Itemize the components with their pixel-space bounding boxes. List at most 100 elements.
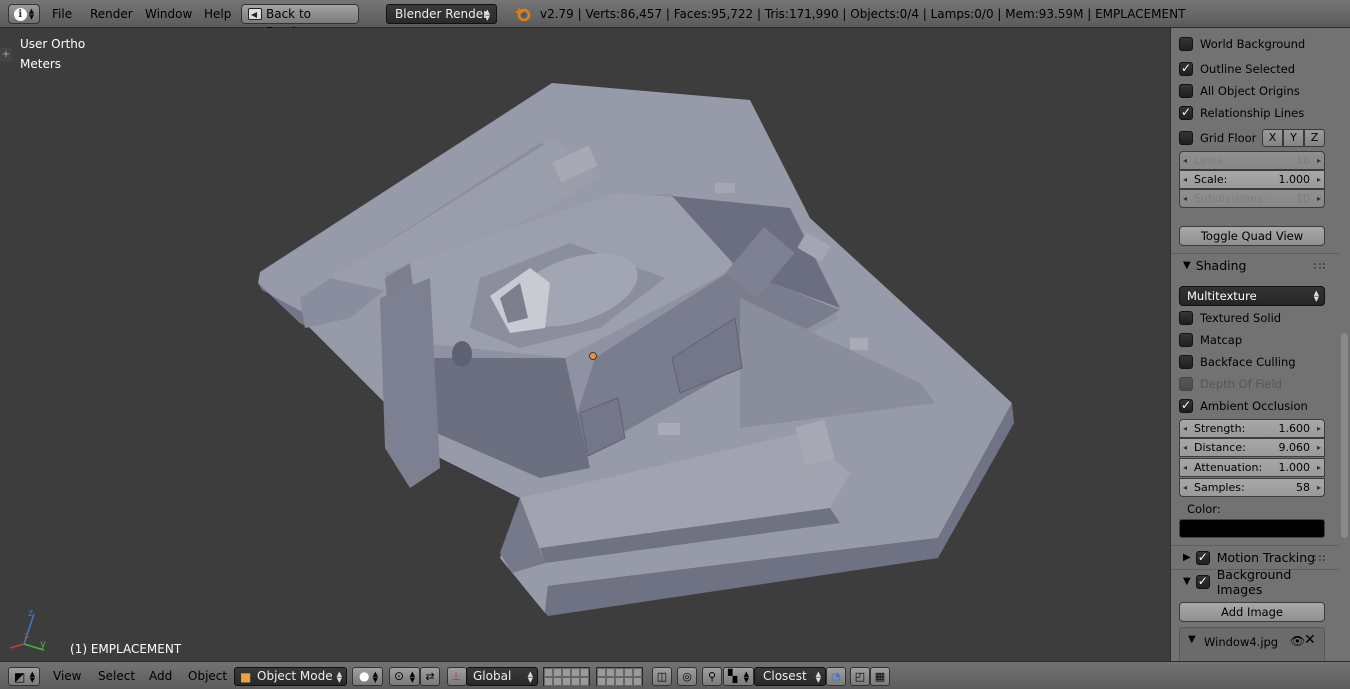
grid-lines-field[interactable]: Lines: 16 bbox=[1179, 151, 1325, 170]
world-background-checkbox[interactable]: World Background bbox=[1179, 35, 1305, 53]
outline-selected-checkbox[interactable]: Outline Selected bbox=[1179, 60, 1295, 78]
textured-solid-checkbox[interactable]: Textured Solid bbox=[1179, 309, 1281, 327]
editor-type-button[interactable]: i ▲ ▼ bbox=[8, 4, 40, 24]
transform-manipulator-icon[interactable]: ⟂ bbox=[447, 667, 467, 686]
updown-icon: ▲ ▼ bbox=[484, 8, 490, 22]
editor-type-button[interactable]: ◩ ▲ ▼ bbox=[8, 667, 40, 686]
grid-subdivisions-field[interactable]: Subdivisions: 10 bbox=[1179, 189, 1325, 208]
expand-triangle-icon: ▼ bbox=[1183, 260, 1191, 271]
field-label: Samples: bbox=[1194, 481, 1245, 494]
grid-axis-z-button[interactable]: Z bbox=[1304, 129, 1325, 147]
field-label: Strength: bbox=[1194, 422, 1246, 435]
opengl-render-animation-icon[interactable]: ▦ bbox=[870, 667, 890, 686]
updown-icon: ▲ ▼ bbox=[1313, 289, 1319, 303]
add-image-button[interactable]: Add Image bbox=[1179, 602, 1325, 622]
checkbox-icon bbox=[1179, 37, 1193, 51]
updown-icon: ▲ ▼ bbox=[372, 670, 378, 684]
panel-scrollbar[interactable] bbox=[1341, 333, 1348, 538]
back-to-previous-button[interactable]: Back to Previous bbox=[241, 4, 359, 39]
ao-color-swatch[interactable] bbox=[1179, 519, 1325, 538]
menu-select[interactable]: Select bbox=[98, 667, 135, 686]
motion-tracking-panel-header[interactable]: ▶ Motion Tracking bbox=[1171, 545, 1339, 569]
collapse-triangle-icon: ▶ bbox=[1183, 552, 1191, 563]
render-engine-dropdown[interactable]: Blender Render ▲ ▼ bbox=[386, 4, 497, 24]
shading-panel-header[interactable]: ▼ Shading bbox=[1171, 253, 1339, 277]
active-object-label: (1) EMPLACEMENT bbox=[70, 642, 182, 656]
all-object-origins-checkbox[interactable]: All Object Origins bbox=[1179, 82, 1300, 100]
checkbox-icon bbox=[1179, 61, 1193, 76]
checkbox-icon bbox=[1179, 131, 1193, 145]
textured-solid-label: Textured Solid bbox=[1200, 311, 1282, 325]
axis-z-label: z bbox=[28, 608, 34, 619]
proportional-edit-icon[interactable]: ◎ bbox=[677, 667, 697, 686]
field-value: 10 bbox=[1296, 192, 1310, 205]
matcap-checkbox[interactable]: Matcap bbox=[1179, 331, 1242, 349]
menu-window[interactable]: Window bbox=[145, 4, 192, 24]
background-images-checkbox[interactable] bbox=[1195, 574, 1210, 589]
grid-floor-checkbox[interactable]: Grid Floor bbox=[1179, 129, 1256, 147]
3d-viewport[interactable]: + User Ortho Meters z y x (1) EMPLACEMEN… bbox=[0, 28, 1170, 661]
ao-strength-field[interactable]: Strength: 1.600 bbox=[1179, 419, 1325, 438]
info-icon: i bbox=[13, 7, 27, 21]
snap-toggle-icon[interactable]: ⚲ bbox=[702, 667, 722, 686]
relationship-lines-checkbox[interactable]: Relationship Lines bbox=[1179, 104, 1304, 122]
snap-target-label: Closest bbox=[763, 669, 807, 683]
eye-icon[interactable]: 👁 bbox=[1290, 634, 1305, 648]
motion-tracking-checkbox[interactable] bbox=[1195, 550, 1210, 565]
grid-axis-y-button[interactable]: Y bbox=[1283, 129, 1304, 147]
checkbox-icon bbox=[1179, 84, 1193, 98]
transform-orientation-dropdown[interactable]: Global ▲ ▼ bbox=[466, 667, 538, 686]
toggle-quad-view-button[interactable]: Toggle Quad View bbox=[1179, 226, 1325, 246]
checkbox-icon bbox=[1179, 333, 1193, 347]
manipulator-toggle-icon[interactable]: ⇄ bbox=[420, 667, 440, 686]
checkbox-icon bbox=[1179, 398, 1193, 413]
drag-grip-icon[interactable] bbox=[1314, 263, 1325, 269]
interaction-mode-dropdown[interactable]: ■ Object Mode ▲ ▼ bbox=[234, 667, 347, 686]
grid-axis-x-button[interactable]: X bbox=[1262, 129, 1283, 147]
updown-icon: ▲ ▼ bbox=[29, 670, 35, 684]
info-header: i ▲▼ File Render Window Help Back to Pre… bbox=[0, 0, 1350, 39]
grid-floor-label: Grid Floor bbox=[1200, 131, 1257, 145]
ao-distance-field[interactable]: Distance: 9.060 bbox=[1179, 438, 1325, 457]
snap-element-icon: ▚ bbox=[728, 669, 738, 683]
menu-file[interactable]: File bbox=[52, 4, 72, 24]
ao-samples-field[interactable]: Samples: 58 bbox=[1179, 478, 1325, 497]
opengl-render-image-icon[interactable]: ◰ bbox=[850, 667, 870, 686]
align-rotation-icon[interactable]: ◔ bbox=[826, 667, 846, 686]
relationship-lines-label: Relationship Lines bbox=[1200, 106, 1305, 120]
back-screen-icon bbox=[248, 8, 262, 20]
drag-grip-icon[interactable] bbox=[1314, 555, 1325, 561]
viewport-shading-dropdown[interactable]: ● ▲ ▼ bbox=[352, 667, 383, 686]
field-value: 9.060 bbox=[1278, 441, 1311, 454]
render-engine-label: Blender Render bbox=[395, 7, 489, 21]
interaction-mode-label: Object Mode bbox=[257, 669, 333, 683]
updown-icon: ▲ ▼ bbox=[743, 670, 749, 684]
grid-scale-field[interactable]: Scale: 1.000 bbox=[1179, 170, 1325, 189]
ambient-occlusion-checkbox[interactable]: Ambient Occlusion bbox=[1179, 397, 1308, 415]
menu-render[interactable]: Render bbox=[90, 4, 133, 24]
shading-mode-dropdown[interactable]: Multitexture ▲ ▼ bbox=[1179, 286, 1325, 306]
background-images-panel-header[interactable]: ▼ Background Images bbox=[1171, 567, 1339, 597]
ambient-occlusion-label: Ambient Occlusion bbox=[1200, 399, 1308, 413]
field-value: 58 bbox=[1296, 481, 1310, 494]
all-object-origins-label: All Object Origins bbox=[1200, 84, 1300, 98]
expand-triangle-icon[interactable]: ▼ bbox=[1188, 634, 1196, 645]
snap-target-dropdown[interactable]: Closest ▲ ▼ bbox=[754, 667, 826, 686]
blender-logo-icon bbox=[516, 8, 531, 22]
field-label: Scale: bbox=[1194, 173, 1228, 186]
checkbox-icon bbox=[1179, 105, 1193, 120]
close-icon[interactable]: ✕ bbox=[1304, 632, 1316, 648]
lock-layers-icon[interactable]: ◫ bbox=[652, 667, 672, 686]
menu-help[interactable]: Help bbox=[204, 4, 231, 24]
pivot-point-dropdown[interactable]: ⊙ ▲ ▼ bbox=[389, 667, 420, 686]
menu-object[interactable]: Object bbox=[188, 667, 227, 686]
menu-add[interactable]: Add bbox=[149, 667, 172, 686]
pivot-icon: ⊙ bbox=[394, 669, 405, 683]
snap-element-dropdown[interactable]: ▚ ▲ ▼ bbox=[723, 667, 754, 686]
backface-culling-checkbox[interactable]: Backface Culling bbox=[1179, 353, 1296, 371]
menu-view[interactable]: View bbox=[53, 667, 81, 686]
scene-layers-left[interactable] bbox=[543, 667, 590, 686]
field-label: Distance: bbox=[1194, 441, 1246, 454]
scene-layers-right[interactable] bbox=[596, 667, 643, 686]
ao-attenuation-field[interactable]: Attenuation: 1.000 bbox=[1179, 458, 1325, 477]
